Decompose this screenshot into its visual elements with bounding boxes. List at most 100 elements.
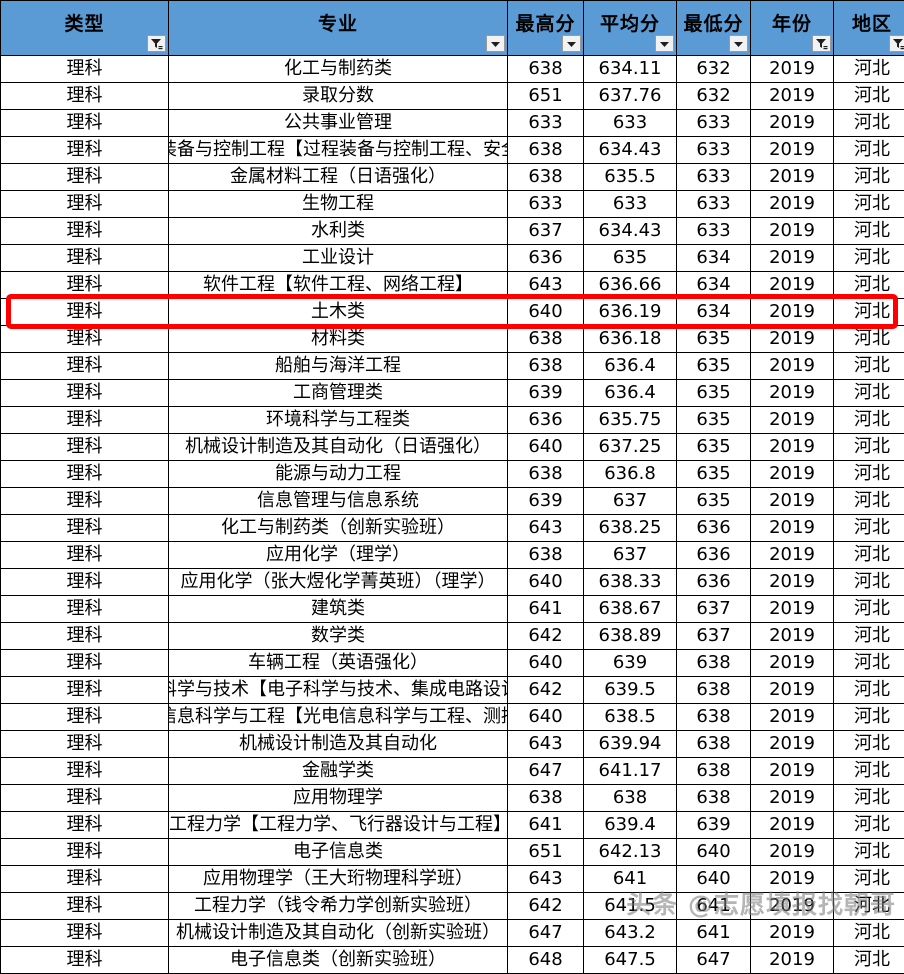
cell-min[interactable]: 635 (677, 434, 751, 461)
cell-max[interactable]: 638 (508, 542, 584, 569)
cell-major[interactable]: 录取分数 (169, 83, 508, 110)
filter-icon[interactable] (812, 35, 831, 52)
cell-type[interactable]: 理科 (1, 866, 169, 893)
cell-region[interactable]: 河北 (834, 326, 904, 353)
table-row[interactable]: 理科数学类642638.896372019河北 (1, 623, 904, 650)
cell-region[interactable]: 河北 (834, 596, 904, 623)
table-row[interactable]: 理科电子科学与技术【电子科学与技术、集成电路设计与集成系统】642639.563… (1, 677, 904, 704)
cell-type[interactable]: 理科 (1, 542, 169, 569)
cell-min[interactable]: 636 (677, 569, 751, 596)
cell-major[interactable]: 材料类 (169, 326, 508, 353)
table-row[interactable]: 理科机械设计制造及其自动化（日语强化）640637.256352019河北 (1, 434, 904, 461)
cell-avg[interactable]: 637.76 (584, 83, 677, 110)
cell-region[interactable]: 河北 (834, 488, 904, 515)
cell-region[interactable]: 河北 (834, 245, 904, 272)
cell-region[interactable]: 河北 (834, 623, 904, 650)
cell-type[interactable]: 理科 (1, 812, 169, 839)
cell-max[interactable]: 638 (508, 56, 584, 83)
chevron-down-icon[interactable] (486, 35, 505, 52)
cell-region[interactable]: 河北 (834, 434, 904, 461)
cell-max[interactable]: 647 (508, 758, 584, 785)
cell-type[interactable]: 理科 (1, 515, 169, 542)
table-row[interactable]: 理科应用化学（理学）6386376362019河北 (1, 542, 904, 569)
cell-year[interactable]: 2019 (751, 380, 834, 407)
cell-avg[interactable]: 638.33 (584, 569, 677, 596)
cell-region[interactable]: 河北 (834, 407, 904, 434)
table-row[interactable]: 理科过程装备与控制工程【过程装备与控制工程、安全工程】638634.436332… (1, 137, 904, 164)
cell-type[interactable]: 理科 (1, 326, 169, 353)
cell-max[interactable]: 641 (508, 812, 584, 839)
cell-major[interactable]: 工程力学【工程力学、飞行器设计与工程】 (169, 812, 508, 839)
cell-region[interactable]: 河北 (834, 56, 904, 83)
cell-major[interactable]: 金属材料工程（日语强化） (169, 164, 508, 191)
cell-region[interactable]: 河北 (834, 461, 904, 488)
cell-avg[interactable]: 643.2 (584, 920, 677, 947)
cell-year[interactable]: 2019 (751, 569, 834, 596)
cell-year[interactable]: 2019 (751, 947, 834, 974)
cell-avg[interactable]: 637 (584, 542, 677, 569)
cell-region[interactable]: 河北 (834, 947, 904, 974)
cell-year[interactable]: 2019 (751, 56, 834, 83)
cell-max[interactable]: 638 (508, 137, 584, 164)
cell-year[interactable]: 2019 (751, 434, 834, 461)
cell-region[interactable]: 河北 (834, 569, 904, 596)
filter-icon[interactable] (147, 35, 166, 52)
cell-min[interactable]: 637 (677, 596, 751, 623)
cell-region[interactable]: 河北 (834, 164, 904, 191)
cell-type[interactable]: 理科 (1, 650, 169, 677)
table-row[interactable]: 理科环境科学与工程类636635.756352019河北 (1, 407, 904, 434)
cell-max[interactable]: 640 (508, 704, 584, 731)
table-row[interactable]: 理科信息管理与信息系统6396376352019河北 (1, 488, 904, 515)
cell-region[interactable]: 河北 (834, 272, 904, 299)
cell-type[interactable]: 理科 (1, 83, 169, 110)
cell-major[interactable]: 化工与制药类（创新实验班） (169, 515, 508, 542)
cell-region[interactable]: 河北 (834, 137, 904, 164)
cell-avg[interactable]: 636.8 (584, 461, 677, 488)
cell-avg[interactable]: 639.4 (584, 812, 677, 839)
cell-year[interactable]: 2019 (751, 191, 834, 218)
cell-min[interactable]: 635 (677, 353, 751, 380)
cell-min[interactable]: 635 (677, 407, 751, 434)
table-row[interactable]: 理科水利类637634.436332019河北 (1, 218, 904, 245)
cell-year[interactable]: 2019 (751, 272, 834, 299)
cell-type[interactable]: 理科 (1, 731, 169, 758)
cell-avg[interactable]: 634.43 (584, 137, 677, 164)
cell-min[interactable]: 634 (677, 299, 751, 326)
cell-avg[interactable]: 636.18 (584, 326, 677, 353)
cell-type[interactable]: 理科 (1, 920, 169, 947)
cell-major[interactable]: 工商管理类 (169, 380, 508, 407)
cell-region[interactable]: 河北 (834, 920, 904, 947)
cell-min[interactable]: 638 (677, 650, 751, 677)
cell-max[interactable]: 633 (508, 110, 584, 137)
cell-min[interactable]: 638 (677, 758, 751, 785)
cell-type[interactable]: 理科 (1, 623, 169, 650)
cell-year[interactable]: 2019 (751, 461, 834, 488)
cell-type[interactable]: 理科 (1, 434, 169, 461)
cell-major[interactable]: 机械设计制造及其自动化（日语强化） (169, 434, 508, 461)
table-row[interactable]: 理科船舶与海洋工程638636.46352019河北 (1, 353, 904, 380)
cell-min[interactable]: 638 (677, 704, 751, 731)
cell-region[interactable]: 河北 (834, 353, 904, 380)
cell-avg[interactable]: 638.67 (584, 596, 677, 623)
cell-max[interactable]: 641 (508, 596, 584, 623)
cell-avg[interactable]: 633 (584, 110, 677, 137)
table-row[interactable]: 理科土木类640636.196342019河北 (1, 299, 904, 326)
cell-region[interactable]: 河北 (834, 839, 904, 866)
cell-major[interactable]: 船舶与海洋工程 (169, 353, 508, 380)
cell-type[interactable]: 理科 (1, 758, 169, 785)
cell-min[interactable]: 640 (677, 866, 751, 893)
cell-major[interactable]: 数学类 (169, 623, 508, 650)
chevron-down-icon[interactable] (655, 35, 674, 52)
cell-major[interactable]: 光电信息科学与工程【光电信息科学与工程、测控技术与仪器】 (169, 704, 508, 731)
cell-year[interactable]: 2019 (751, 542, 834, 569)
cell-year[interactable]: 2019 (751, 110, 834, 137)
cell-avg[interactable]: 639 (584, 650, 677, 677)
cell-major[interactable]: 机械设计制造及其自动化 (169, 731, 508, 758)
cell-region[interactable]: 河北 (834, 866, 904, 893)
cell-avg[interactable]: 636.4 (584, 380, 677, 407)
cell-region[interactable]: 河北 (834, 677, 904, 704)
cell-region[interactable]: 河北 (834, 812, 904, 839)
cell-max[interactable]: 643 (508, 515, 584, 542)
cell-year[interactable]: 2019 (751, 758, 834, 785)
cell-year[interactable]: 2019 (751, 137, 834, 164)
